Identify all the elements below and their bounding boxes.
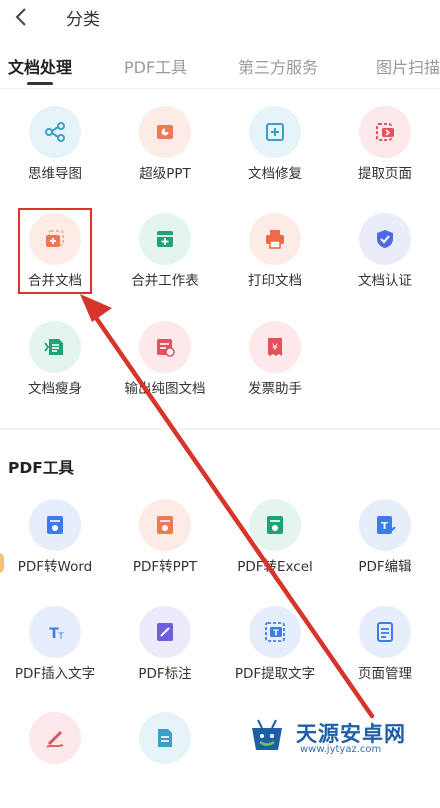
pdf-to-ppt-icon [139,499,191,551]
invoice-icon: ¥ [249,321,301,373]
tool-label: 页面管理 [358,666,412,682]
tool-label: PDF转Word [17,559,93,575]
tool-extract-page[interactable]: 提取页面 [330,106,440,202]
tool-label: 发票助手 [248,381,302,397]
extract-page-icon [359,106,411,158]
svg-text:T: T [381,521,388,532]
tool-label: PDF提取文字 [234,666,316,682]
tool-label: PDF插入文字 [14,666,96,682]
highlight-box [18,208,92,294]
tool-label: 文档修复 [248,166,302,182]
watermark: 天源安卓网 www.jytyaz.com [244,712,440,760]
watermark-url: www.jytyaz.com [300,744,382,755]
tool-label: 文档瘦身 [28,381,82,397]
tab-doc-processing[interactable]: 文档处理 [8,54,72,78]
tool-doc-repair[interactable]: 文档修复 [220,106,330,202]
tool-label: 提取页面 [358,166,412,182]
tool-label: 思维导图 [28,166,82,182]
doc-repair-icon [249,106,301,158]
tool-page-manage[interactable]: 页面管理 [330,606,440,702]
tool-label: PDF标注 [138,666,192,682]
svg-text:¥: ¥ [272,343,278,353]
tool-slim-doc[interactable]: 文档瘦身 [0,321,110,417]
active-tab-indicator [27,82,53,85]
tool-pdf-extract-text[interactable]: T PDF提取文字 [220,606,330,702]
tabs-divider [0,88,440,89]
pdf-to-excel-icon [249,499,301,551]
mind-map-icon [29,106,81,158]
tab-pdf-tools[interactable]: PDF工具 [124,54,187,78]
pdf-extract-text-icon: T [249,606,301,658]
tool-label: 输出纯图文档 [124,381,206,397]
tool-pdf-to-ppt[interactable]: PDF转PPT [110,499,220,595]
print-icon [249,213,301,265]
pdf-doc-icon [139,712,191,764]
pdf-to-word-icon [29,499,81,551]
merge-sheet-icon [139,213,191,265]
pdf-section-title: PDF工具 [8,459,74,477]
tool-pdf-doc[interactable] [110,712,220,808]
tab-third-party[interactable]: 第三方服务 [238,54,318,78]
svg-text:T: T [57,632,64,642]
tool-doc-verify[interactable]: 文档认证 [330,213,440,309]
tab-image-scan[interactable]: 图片扫描 [376,54,440,78]
watermark-logo-icon [252,719,282,750]
top-bar: 分类 [0,0,440,36]
tool-pdf-sign[interactable] [0,712,110,808]
category-tabs: 文档处理 PDF工具 第三方服务 图片扫描 [0,48,440,88]
tool-pdf-insert-text[interactable]: TT PDF插入文字 [0,606,110,702]
tool-label: 超级PPT [139,166,191,182]
page-title: 分类 [66,10,100,30]
floating-edge-tab[interactable] [0,553,4,573]
tool-label: 合并工作表 [131,273,199,289]
tool-pdf-to-word[interactable]: PDF转Word [0,499,110,595]
back-arrow-icon[interactable] [10,4,34,30]
tool-label: PDF编辑 [358,559,412,575]
pdf-annotate-icon [139,606,191,658]
pdf-insert-text-icon: TT [29,606,81,658]
verify-icon [359,213,411,265]
tool-image-doc[interactable]: 输出纯图文档 [110,321,220,417]
section-separator [0,428,440,430]
tool-label: 打印文档 [248,273,302,289]
tool-invoice[interactable]: ¥ 发票助手 [220,321,330,417]
tool-merge-sheet[interactable]: 合并工作表 [110,213,220,309]
tool-pdf-edit[interactable]: T PDF编辑 [330,499,440,595]
tool-print-doc[interactable]: 打印文档 [220,213,330,309]
pdf-edit-icon: T [359,499,411,551]
tool-label: PDF转Excel [237,559,313,575]
tool-label: 文档认证 [358,273,412,289]
tool-pdf-annotate[interactable]: PDF标注 [110,606,220,702]
page-manage-icon [359,606,411,658]
tool-pdf-to-excel[interactable]: PDF转Excel [220,499,330,595]
svg-text:T: T [273,629,279,638]
pdf-sign-icon [29,712,81,764]
tool-mind-map[interactable]: 思维导图 [0,106,110,202]
tool-label: PDF转PPT [132,559,198,575]
slim-doc-icon [29,321,81,373]
image-doc-icon [139,321,191,373]
tool-super-ppt[interactable]: 超级PPT [110,106,220,202]
ppt-icon [139,106,191,158]
